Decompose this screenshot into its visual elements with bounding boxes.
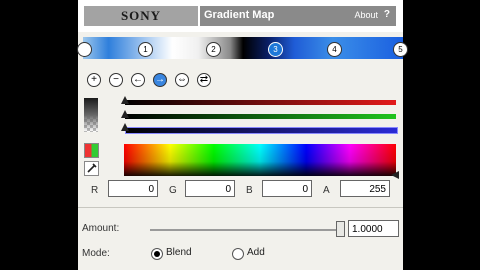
amount-slider-track[interactable] [150, 229, 338, 231]
add-radio[interactable] [232, 248, 244, 260]
divider [78, 207, 403, 208]
b-label: B [246, 185, 253, 196]
gradient-node[interactable] [77, 42, 92, 57]
eyedropper-icon[interactable] [84, 161, 99, 176]
palette-icon[interactable] [84, 143, 99, 158]
swap-icon[interactable]: ⇔ [175, 73, 189, 87]
r-field[interactable]: 0 [108, 180, 158, 197]
green-slider-thumb[interactable] [121, 110, 129, 118]
a-label: A [323, 185, 330, 196]
plugin-header: Gradient Map About ? [200, 6, 396, 26]
gradient-node-selected[interactable]: 3 [268, 42, 283, 57]
amount-field[interactable]: 1.0000 [348, 220, 399, 237]
next-node-icon[interactable]: → [153, 73, 167, 87]
title-bar: SONY Gradient Map About ? [78, 0, 403, 32]
color-spectrum[interactable] [124, 144, 396, 176]
amount-slider-thumb[interactable] [336, 221, 345, 237]
g-field[interactable]: 0 [185, 180, 235, 197]
blend-label: Blend [166, 247, 192, 258]
a-field[interactable]: 255 [340, 180, 390, 197]
red-slider[interactable] [125, 100, 396, 105]
blue-slider[interactable] [125, 127, 398, 134]
spectrum-pointer[interactable] [391, 171, 399, 179]
mode-label: Mode: [82, 248, 110, 259]
blend-radio[interactable] [151, 248, 163, 260]
add-node-icon[interactable]: + [87, 73, 101, 87]
gradient-node[interactable]: 2 [206, 42, 221, 57]
color-swatch[interactable] [84, 98, 98, 132]
gradient-map-panel: SONY Gradient Map About ? 1 2 3 4 5 + − … [77, 0, 408, 270]
add-label: Add [247, 247, 265, 258]
red-slider-thumb[interactable] [121, 96, 129, 104]
sony-logo: SONY [84, 6, 198, 26]
blue-slider-thumb[interactable] [121, 123, 129, 131]
gradient-bar[interactable]: 1 2 3 4 5 [77, 37, 408, 59]
amount-label: Amount: [82, 223, 120, 234]
gradient-node[interactable]: 5 [393, 42, 408, 57]
gradient-node[interactable]: 1 [138, 42, 153, 57]
reverse-icon[interactable]: ⇄ [197, 73, 211, 87]
about-link[interactable]: About [354, 10, 378, 20]
g-label: G [169, 185, 177, 196]
plugin-title: Gradient Map [204, 9, 275, 21]
green-slider[interactable] [125, 114, 396, 119]
gradient-node[interactable]: 4 [327, 42, 342, 57]
prev-node-icon[interactable]: ← [131, 73, 145, 87]
remove-node-icon[interactable]: − [109, 73, 123, 87]
b-field[interactable]: 0 [262, 180, 312, 197]
help-icon[interactable]: ? [384, 9, 390, 20]
r-label: R [91, 185, 99, 196]
